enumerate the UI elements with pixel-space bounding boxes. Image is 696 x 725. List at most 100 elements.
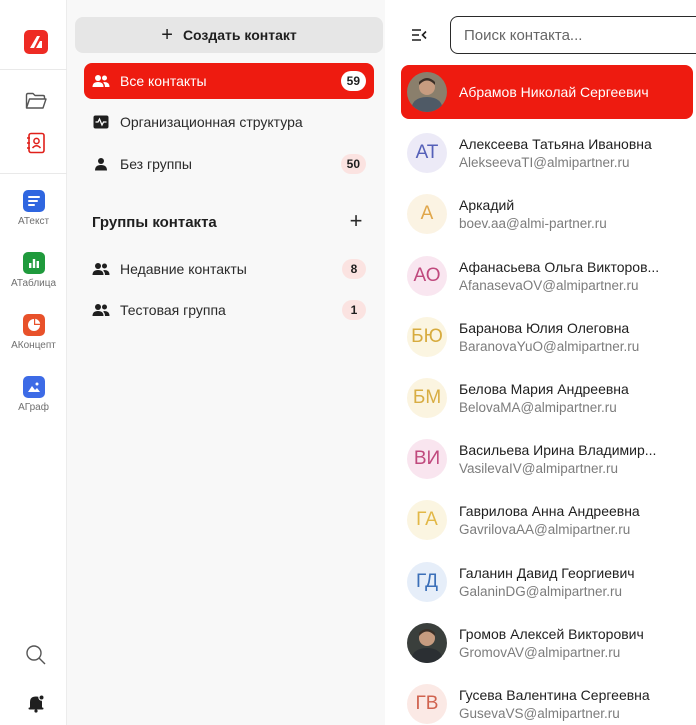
avatar: БМ bbox=[407, 378, 447, 418]
contact-email: AlekseevaTI@almipartner.ru bbox=[459, 155, 630, 170]
group-label: Без группы bbox=[120, 156, 192, 172]
contact-email: GavrilovaAA@almipartner.ru bbox=[459, 522, 631, 537]
bar-chart-icon bbox=[22, 252, 45, 274]
contact-name: Баранова Юлия Олеговна bbox=[459, 320, 630, 336]
contact-email: GalaninDG@almipartner.ru bbox=[459, 584, 623, 599]
count-badge: 50 bbox=[340, 154, 366, 174]
app-aconcept[interactable]: АКонцепт bbox=[0, 314, 67, 351]
contact-name: Афанасьева Ольга Викторов... bbox=[459, 259, 660, 275]
contact-row[interactable]: БМ Белова Мария Андреевна BelovaMA@almipar… bbox=[401, 371, 693, 425]
contact-text: Гаврилова Анна Андреевна GavrilovaAA@almi… bbox=[459, 503, 691, 537]
pie-chart-icon bbox=[22, 314, 45, 336]
contact-text: Громов Алексей Викторович GromovAV@almipa… bbox=[459, 626, 691, 660]
contact-text: Галанин Давид Георгиевич GalaninDG@almipa… bbox=[459, 565, 691, 599]
contact-name: Галанин Давид Георгиевич bbox=[459, 565, 635, 581]
app-label: АТекст bbox=[17, 216, 50, 227]
group-label: Тестовая группа bbox=[120, 302, 226, 318]
contacts-book-icon[interactable] bbox=[24, 131, 48, 155]
count-badge: 59 bbox=[340, 71, 366, 91]
contact-text: Белова Мария Андреевна BelovaMA@almipartn… bbox=[459, 381, 691, 415]
app-atable[interactable]: АТаблица bbox=[0, 252, 67, 289]
group-item-recent[interactable]: Недавние контакты 8 bbox=[84, 251, 374, 287]
contact-row[interactable]: Громов Алексей Викторович GromovAV@almipa… bbox=[401, 616, 693, 670]
plus-icon: + bbox=[161, 24, 173, 46]
people-icon bbox=[92, 301, 110, 319]
avatar: АО bbox=[407, 256, 447, 296]
avatar: БЮ bbox=[407, 317, 447, 357]
contact-email: BelovaMA@almipartner.ru bbox=[459, 400, 617, 415]
bell-icon[interactable] bbox=[24, 691, 48, 715]
avatar: АТ bbox=[407, 133, 447, 173]
count-badge: 8 bbox=[342, 259, 366, 279]
contact-name: Гусева Валентина Сергеевна bbox=[459, 687, 650, 703]
avatar: А bbox=[407, 194, 447, 234]
create-contact-label: Создать контакт bbox=[182, 27, 297, 43]
app-agraph[interactable]: АГраф bbox=[0, 376, 67, 413]
contact-text: Алексеева Татьяна Ивановна AlekseevaTI@al… bbox=[459, 136, 691, 170]
contact-row[interactable]: АТ Алексеева Татьяна Ивановна AlekseevaTI@… bbox=[401, 126, 693, 180]
avatar: ГД bbox=[407, 562, 447, 602]
people-icon bbox=[92, 72, 110, 90]
contacts-list-panel: Абрамов Николай Сергеевич АТ Алексеева Тат… bbox=[385, 0, 696, 725]
group-label: Недавние контакты bbox=[120, 261, 247, 277]
rail-divider bbox=[0, 69, 67, 70]
avatar: ГА bbox=[407, 500, 447, 540]
contact-row[interactable]: А Аркадий boev.aa@almi-partner.ru bbox=[401, 187, 693, 241]
groups-panel: + Создать контакт Все контакты 59 Органи… bbox=[67, 0, 385, 725]
contact-row[interactable]: ГА Гаврилова Анна Андреевна GavrilovaAA@al… bbox=[401, 493, 693, 547]
person-icon bbox=[92, 155, 110, 173]
contact-row[interactable]: ГД Галанин Давид Георгиевич GalaninDG@almi… bbox=[401, 555, 693, 609]
app-rail: АТекст АТаблица АКонцепт АГраф bbox=[0, 0, 67, 725]
text-doc-icon bbox=[22, 190, 45, 212]
search-icon[interactable] bbox=[24, 643, 48, 667]
contact-groups-title: Группы контакта bbox=[92, 214, 217, 231]
contact-name: Алексеева Татьяна Ивановна bbox=[459, 136, 652, 152]
contact-text: Гусева Валентина Сергеевна GusevaVS@almip… bbox=[459, 687, 691, 721]
contact-row[interactable]: БЮ Баранова Юлия Олеговна BaranovaYuO@almi… bbox=[401, 310, 693, 364]
app-logo-icon[interactable] bbox=[24, 30, 48, 54]
contact-email: boev.aa@almi-partner.ru bbox=[459, 216, 607, 231]
contact-name: Громов Алексей Викторович bbox=[459, 626, 644, 642]
group-item-test-group[interactable]: Тестовая группа 1 bbox=[84, 292, 374, 328]
avatar-photo bbox=[407, 623, 447, 663]
contact-row[interactable]: ГВ Гусева Валентина Сергеевна GusevaVS@alm… bbox=[401, 677, 693, 725]
group-label: Организационная структура bbox=[120, 114, 303, 130]
org-structure-icon bbox=[92, 113, 110, 131]
contact-name: Аркадий bbox=[459, 197, 515, 213]
contact-row[interactable]: ВИ Васильева Ирина Владимир... VasilevaIV@… bbox=[401, 432, 693, 486]
count-badge: 1 bbox=[342, 300, 366, 320]
avatar: ГВ bbox=[407, 684, 447, 724]
contact-name: Васильева Ирина Владимир... bbox=[459, 442, 657, 458]
list-toolbar bbox=[385, 0, 696, 60]
contact-row[interactable]: Абрамов Николай Сергеевич bbox=[401, 65, 693, 119]
group-item-all-contacts[interactable]: Все контакты 59 bbox=[84, 63, 374, 99]
contact-row[interactable]: АО Афанасьева Ольга Викторов... AfanasevaO… bbox=[401, 249, 693, 303]
contact-text: Абрамов Николай Сергеевич bbox=[459, 84, 691, 100]
contact-email: VasilevaIV@almipartner.ru bbox=[459, 461, 619, 476]
group-item-no-group[interactable]: Без группы 50 bbox=[84, 146, 374, 182]
app-label: АКонцепт bbox=[11, 340, 56, 351]
add-group-button[interactable]: + bbox=[345, 210, 367, 232]
app-label: АТаблица bbox=[10, 278, 57, 289]
avatar-photo bbox=[407, 72, 447, 112]
app-atext[interactable]: АТекст bbox=[0, 190, 67, 227]
contact-email: GusevaVS@almipartner.ru bbox=[459, 706, 620, 721]
rail-divider bbox=[0, 173, 67, 174]
create-contact-button[interactable]: + Создать контакт bbox=[75, 17, 383, 53]
search-input[interactable] bbox=[450, 16, 696, 54]
avatar: ВИ bbox=[407, 439, 447, 479]
app-label: АГраф bbox=[18, 402, 49, 413]
group-item-org-structure[interactable]: Организационная структура bbox=[84, 104, 374, 140]
contact-email: AfanasevaOV@almipartner.ru bbox=[459, 278, 639, 293]
contact-email: GromovAV@almipartner.ru bbox=[459, 645, 621, 660]
contact-text: Васильева Ирина Владимир... VasilevaIV@al… bbox=[459, 442, 691, 476]
contact-text: Афанасьева Ольга Викторов... AfanasevaOV@… bbox=[459, 259, 691, 293]
folder-icon[interactable] bbox=[24, 89, 48, 113]
people-icon bbox=[92, 260, 110, 278]
contact-email: BaranovaYuO@almipartner.ru bbox=[459, 339, 640, 354]
contact-name: Белова Мария Андреевна bbox=[459, 381, 629, 397]
collapse-sidebar-icon[interactable] bbox=[411, 28, 427, 44]
image-icon bbox=[22, 376, 45, 398]
contact-text: Баранова Юлия Олеговна BaranovaYuO@almipa… bbox=[459, 320, 691, 354]
group-label: Все контакты bbox=[120, 73, 207, 89]
